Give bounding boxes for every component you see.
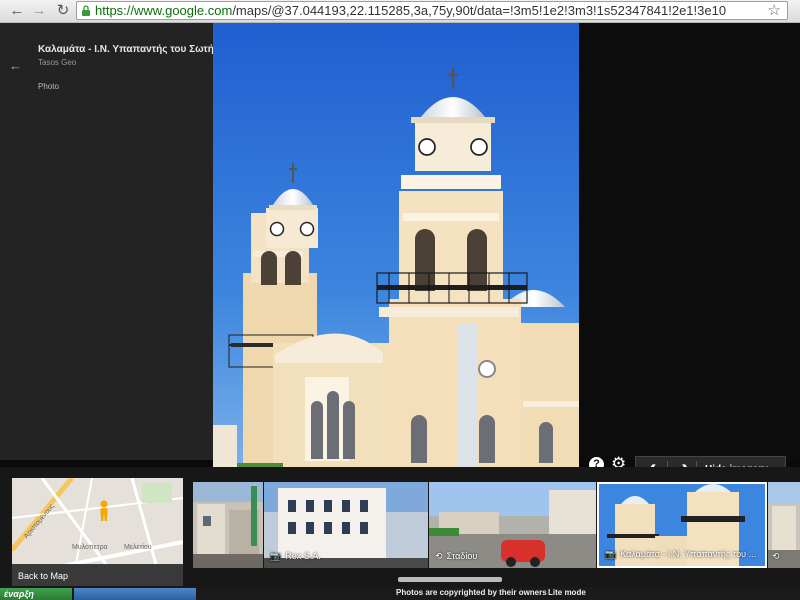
thumbnail-caption: ⟲ [772, 551, 784, 562]
thumbnail[interactable]: ⟲ Σταδίου [429, 482, 596, 568]
thumbnail[interactable]: 📷 Rex S.A. [264, 482, 428, 568]
pegman-icon [100, 500, 108, 521]
lock-icon [82, 5, 90, 16]
street-view-icon: ⟲ [772, 551, 780, 561]
thumbnail-image [193, 482, 263, 568]
thumbnail-caption: ⟲ Σταδίου [435, 551, 477, 562]
dark-backdrop [579, 23, 800, 460]
info-panel: ← Καλαμάτα - Ι.Ν. Υπαπαντής του Σωτήρος … [0, 23, 231, 460]
panel-back-icon[interactable]: ← [9, 58, 22, 73]
thumbnail-caption-text: Σταδίου [446, 551, 478, 561]
thumbnail-caption: 📷 Καλαμάτα - Ι.Ν. Υπαπαντής του ... [605, 549, 756, 560]
main-photo[interactable] [213, 23, 579, 477]
thumbnail-caption-text: Καλαμάτα - Ι.Ν. Υπαπαντής του ... [620, 549, 757, 559]
address-bar[interactable]: https://www.google.com/maps/@37.044193,2… [76, 1, 788, 20]
photo-type-label: Photo [38, 82, 59, 91]
reload-icon[interactable]: ↻ [54, 2, 72, 20]
thumbnail-caption: 📷 Rex S.A. [270, 551, 321, 562]
church-photo [213, 23, 579, 477]
url-path: /maps/@37.044193,22.115285,3a,75y,90t/da… [232, 3, 727, 18]
thumbnail[interactable] [193, 482, 263, 568]
taskbar-item[interactable] [74, 588, 196, 600]
back-to-map-card[interactable]: Αριστομένους Μυλοπετρα Μελετίου Back to … [12, 478, 183, 586]
thumbnail-caption-text: Rex S.A. [285, 551, 321, 561]
street-view-icon: ⟲ [435, 551, 443, 561]
back-to-map-label[interactable]: Back to Map [18, 571, 68, 581]
filmstrip-scrollbar[interactable] [398, 577, 502, 582]
camera-icon: 📷 [270, 551, 282, 561]
camera-icon: 📷 [605, 549, 617, 559]
browser-toolbar: ← → ↻ https://www.google.com/maps/@37.04… [0, 0, 800, 23]
place-title[interactable]: Καλαμάτα - Ι.Ν. Υπαπαντής του Σωτήρος [38, 44, 231, 55]
star-icon[interactable]: ☆ [768, 2, 781, 19]
url-host: www.google.com [134, 3, 233, 18]
map-street-label: Μυλοπετρα [72, 544, 108, 551]
copyright-notice: Photos are copyrighted by their owners [396, 588, 547, 597]
lite-mode-link[interactable]: Lite mode [548, 588, 586, 597]
back-arrow-icon[interactable]: ← [8, 2, 26, 20]
thumbnail[interactable]: ⟲ [768, 482, 800, 568]
forward-arrow-icon[interactable]: → [30, 2, 48, 20]
thumbnail-selected[interactable]: 📷 Καλαμάτα - Ι.Ν. Υπαπαντής του ... [597, 482, 767, 568]
url-text: https://www.google.com/maps/@37.044193,2… [95, 3, 755, 19]
url-scheme: https:// [95, 3, 135, 18]
start-button[interactable]: έναρξη [0, 588, 72, 600]
photo-author[interactable]: Tasos Geo [38, 58, 76, 67]
map-street-label: Μελετίου [124, 544, 152, 551]
filmstrip: Αριστομένους Μυλοπετρα Μελετίου Back to … [0, 467, 800, 587]
